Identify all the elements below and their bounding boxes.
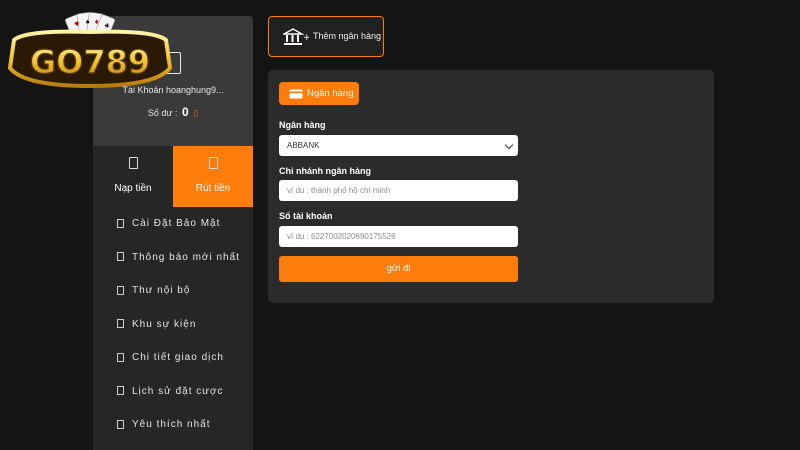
branch-input[interactable] (287, 186, 507, 195)
sidebar-item-events[interactable]: Khu sự kiện (93, 308, 253, 342)
brand-logo: ♥ ♠ ♦ ♣ GO789 (7, 12, 173, 89)
account-field-label: Số tài khoản (279, 211, 333, 221)
card-icon (289, 89, 303, 99)
sidebar-item-favorites[interactable]: Yêu thích nhất (93, 408, 253, 442)
submit-button[interactable]: gửi đi (279, 256, 518, 282)
notification-icon (117, 252, 124, 262)
refresh-icon[interactable]: ▯ (193, 108, 198, 118)
tab-deposit-label: Nạp tiền (114, 183, 152, 194)
bank-icon: + (283, 28, 309, 45)
add-bank-button[interactable]: + Thêm ngân hàng (268, 16, 384, 57)
balance-label: Số dư : (147, 108, 178, 118)
transaction-icon (117, 352, 124, 362)
sidebar-item-transactions[interactable]: Chi tiết giao dịch (93, 341, 253, 375)
sidebar-item-label: Yêu thích nhất (132, 419, 211, 430)
svg-text:♠: ♠ (85, 19, 90, 26)
tab-deposit[interactable]: Nạp tiền (93, 146, 173, 207)
sidebar-menu: Cài Đặt Bảo Mật Thông báo mới nhất Thư n… (93, 207, 253, 442)
add-bank-label: Thêm ngân hàng (313, 31, 382, 41)
bank-field-label: Ngân hàng (279, 120, 326, 130)
bank-form-panel: Ngân hàng Ngân hàng ABBANK Chi nhánh ngâ… (268, 70, 714, 303)
bank-tag-label: Ngân hàng (307, 88, 354, 99)
chevron-down-icon (504, 140, 514, 150)
svg-text:GO789: GO789 (30, 43, 150, 81)
sidebar-item-label: Lịch sử đặt cược (132, 385, 224, 397)
sidebar-item-label: Chi tiết giao dịch (132, 352, 224, 363)
balance: Số dư : 0 ▯ (93, 105, 253, 119)
withdraw-icon (208, 157, 218, 169)
mail-icon (117, 285, 124, 295)
account-number-field[interactable] (279, 226, 518, 247)
history-icon (117, 386, 124, 396)
deposit-icon (128, 157, 138, 169)
tab-withdraw[interactable]: Rút tiền (173, 146, 253, 207)
wallet-tabs: Nạp tiền Rút tiền (93, 146, 253, 207)
branch-field-label: Chi nhánh ngân hàng (279, 166, 371, 176)
sidebar-item-label: Khu sự kiện (132, 318, 197, 330)
favorite-icon (117, 419, 124, 429)
sidebar-item-inbox[interactable]: Thư nội bộ (93, 274, 253, 308)
balance-value: 0 (181, 105, 189, 119)
svg-text:+: + (303, 33, 309, 43)
security-icon (117, 218, 124, 228)
branch-field[interactable] (279, 180, 518, 201)
account-number-input[interactable] (287, 232, 507, 241)
sidebar-item-label: Thư nội bộ (132, 285, 191, 296)
sidebar-item-label: Thông báo mới nhất (132, 251, 240, 263)
bank-tag-button[interactable]: Ngân hàng (279, 82, 359, 105)
sidebar-item-security[interactable]: Cài Đặt Bảo Mật (93, 207, 253, 241)
event-icon (117, 319, 124, 329)
sidebar-item-notifications[interactable]: Thông báo mới nhất (93, 241, 253, 275)
sidebar-item-label: Cài Đặt Bảo Mật (132, 218, 221, 229)
tab-withdraw-label: Rút tiền (195, 183, 231, 194)
bank-select[interactable]: ABBANK (279, 135, 518, 156)
bank-selected-value: ABBANK (287, 141, 320, 150)
sidebar-item-bet-history[interactable]: Lịch sử đặt cược (93, 375, 253, 409)
svg-text:♦: ♦ (94, 19, 99, 26)
